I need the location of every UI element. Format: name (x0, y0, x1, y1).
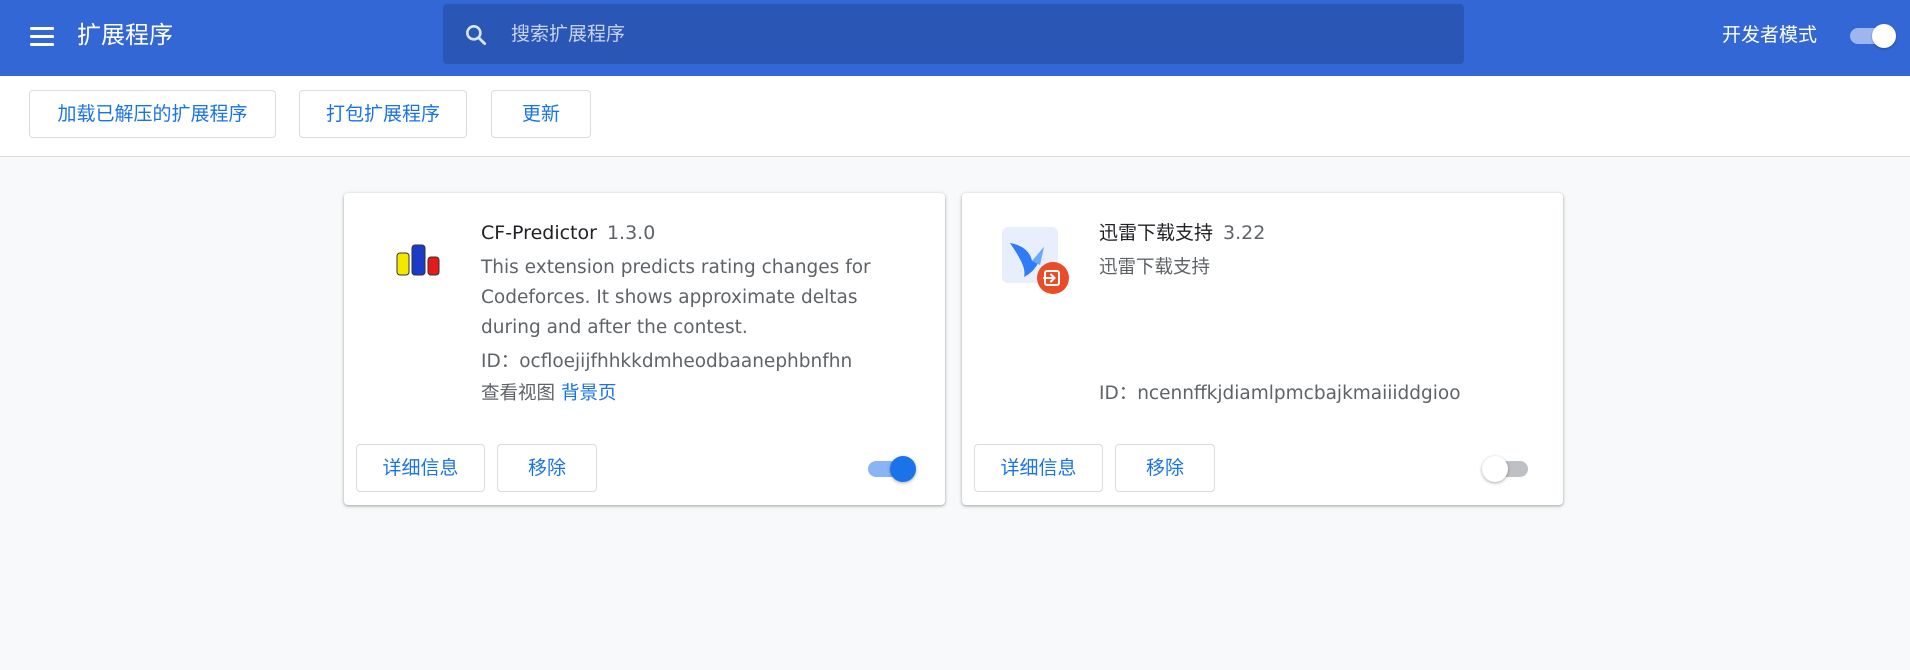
extension-enable-toggle[interactable] (868, 455, 916, 482)
menu-icon[interactable] (30, 22, 58, 50)
toolbar: 加载已解压的扩展程序 打包扩展程序 更新 (0, 76, 1910, 157)
remove-button[interactable]: 移除 (1115, 444, 1215, 492)
extension-id-label: ID： (481, 351, 520, 372)
top-bar: 扩展程序 开发者模式 (0, 0, 1910, 76)
details-button[interactable]: 详细信息 (356, 444, 485, 492)
extension-name-text: CF-Predictor (481, 222, 597, 244)
dev-mode-toggle-knob (1872, 24, 1896, 48)
cf-predictor-bars-icon (382, 225, 462, 305)
extension-card-cf-predictor: CF-Predictor 1.3.0 This extension predict… (344, 193, 945, 505)
extension-card-thunder: 迅雷下载支持 3.22 迅雷下载支持 ID：ncennffkjdiamlpmcba… (962, 193, 1563, 505)
remove-button[interactable]: 移除 (497, 444, 597, 492)
details-button[interactable]: 详细信息 (974, 444, 1103, 492)
search-input[interactable] (511, 18, 1411, 50)
update-button[interactable]: 更新 (491, 90, 591, 138)
extension-id: ID：ocfloejijfhhkkdmheodbaanephbnfhn (481, 349, 852, 375)
extension-name-text: 迅雷下载支持 (1099, 222, 1214, 244)
toggle-knob (890, 456, 916, 482)
extension-description: This extension predicts rating changes f… (481, 257, 871, 338)
extension-id-label: ID： (1099, 383, 1138, 404)
extension-id-value: ncennffkjdiamlpmcbajkmaiiiddgioo (1137, 383, 1461, 404)
background-page-link[interactable]: 背景页 (561, 383, 617, 404)
toggle-knob (1482, 456, 1508, 482)
pack-extension-button[interactable]: 打包扩展程序 (299, 90, 467, 138)
extension-id: ID：ncennffkjdiamlpmcbajkmaiiiddgioo (1099, 381, 1461, 407)
extension-name: CF-Predictor 1.3.0 (481, 220, 655, 246)
search-icon (466, 25, 487, 46)
load-unpacked-button[interactable]: 加载已解压的扩展程序 (29, 90, 276, 138)
thunder-bird-icon (1000, 225, 1080, 305)
extension-id-value: ocfloejijfhhkkdmheodbaanephbnfhn (519, 351, 853, 372)
inspect-views: 查看视图 背景页 (481, 381, 617, 407)
page-title: 扩展程序 (77, 21, 173, 49)
inspect-views-label: 查看视图 (481, 383, 556, 404)
extension-version: 1.3.0 (606, 222, 656, 244)
extension-name: 迅雷下载支持 3.22 (1099, 220, 1265, 246)
extension-enable-toggle[interactable] (1482, 455, 1534, 482)
extension-description: 迅雷下载支持 (1099, 257, 1211, 278)
extension-version: 3.22 (1223, 222, 1266, 244)
dev-mode-toggle[interactable] (1848, 22, 1896, 48)
search-box[interactable] (443, 4, 1464, 64)
dev-mode-label: 开发者模式 (1722, 24, 1818, 46)
